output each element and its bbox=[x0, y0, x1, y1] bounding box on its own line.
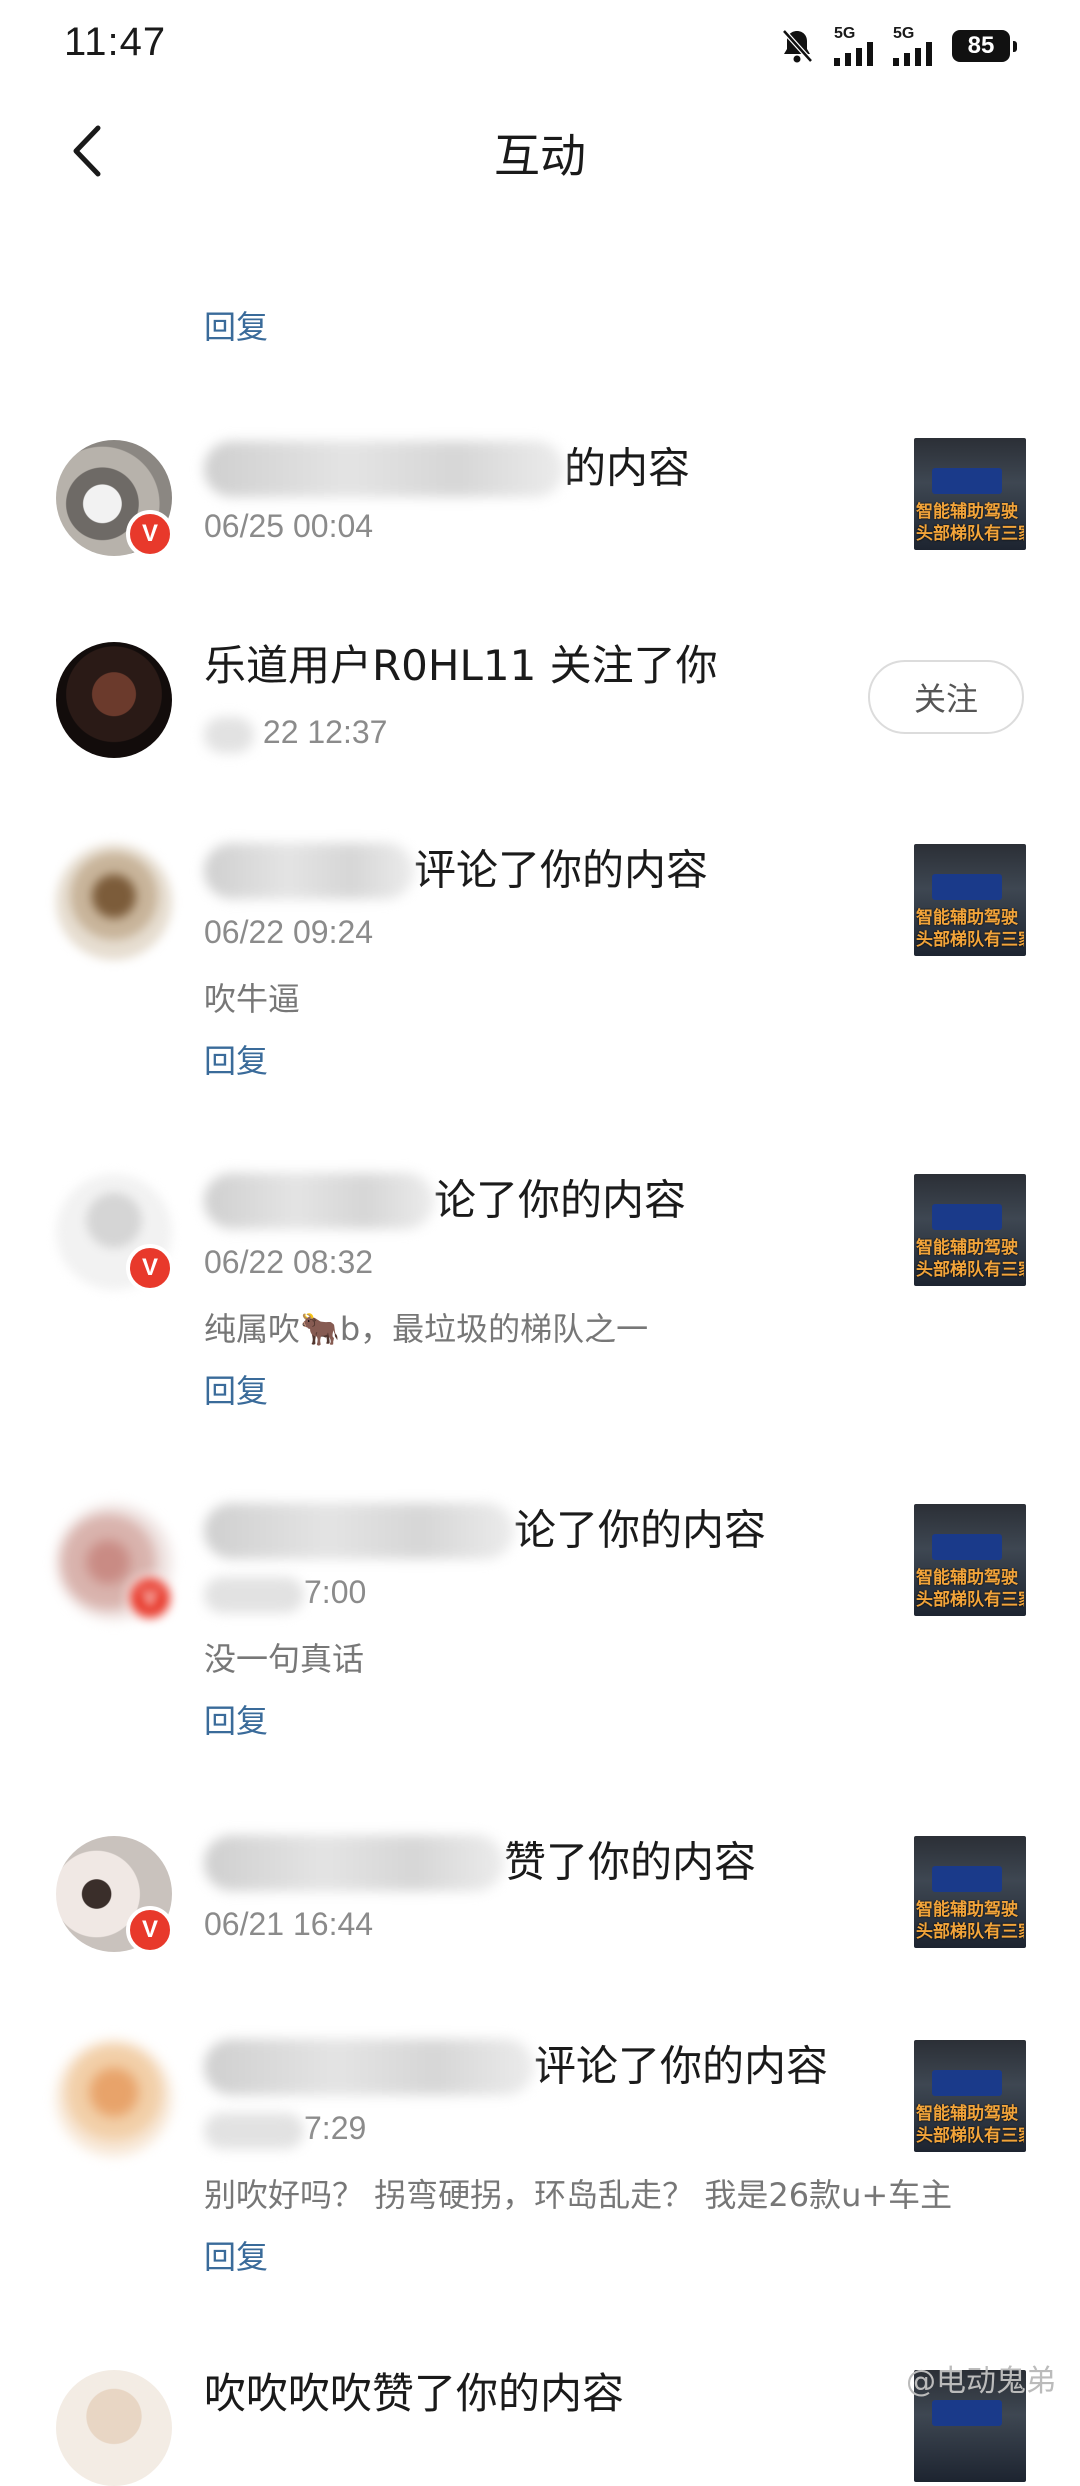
thumbnail-caption: 智能辅助驾驶 bbox=[916, 1568, 1018, 1588]
reply-button[interactable]: 回复 bbox=[204, 2232, 268, 2278]
timestamp: 22 12:37 bbox=[204, 714, 387, 753]
network-type-label: 5G bbox=[834, 25, 856, 42]
timestamp-text: 7:00 bbox=[304, 1574, 367, 1610]
avatar[interactable] bbox=[56, 844, 172, 960]
timestamp-text: 7:29 bbox=[304, 2110, 367, 2146]
chevron-left-icon bbox=[73, 125, 101, 177]
comment-text: 没一句真话 bbox=[204, 1640, 365, 1678]
bell-muted-icon bbox=[782, 29, 813, 63]
notification-title: 吹吹吹吹赞了你的内容 bbox=[204, 2369, 625, 2418]
timestamp: 06/22 08:32 bbox=[204, 1244, 374, 1280]
signal-icon: 5G bbox=[893, 26, 932, 66]
blurred-date bbox=[204, 2112, 304, 2149]
comment-text: 别吹好吗？ 拐弯硬拐，环岛乱走？ 我是26款u+车主 bbox=[204, 2176, 953, 2214]
follow-button[interactable]: 关注 bbox=[868, 660, 1024, 734]
comment-text: 吹牛逼 bbox=[204, 980, 301, 1018]
network-type-label: 5G bbox=[893, 25, 915, 42]
notification-text: 评论了你的内容 bbox=[414, 845, 709, 895]
signal-icon: 5G bbox=[834, 26, 873, 66]
avatar[interactable] bbox=[56, 2040, 172, 2156]
timestamp: 7:00 bbox=[204, 1574, 366, 1613]
notification-text: 的内容 bbox=[564, 443, 691, 493]
notification-title: 论了你的内容 bbox=[204, 1498, 766, 1561]
notification-text: 论了你的内容 bbox=[434, 1175, 687, 1225]
timestamp-text: 22 12:37 bbox=[262, 714, 388, 750]
thumbnail-caption: 头部梯队有三家 bbox=[916, 524, 1024, 544]
avatar[interactable] bbox=[56, 642, 172, 758]
watermark: @电动鬼弟 bbox=[906, 2364, 1056, 2399]
reply-button[interactable]: 回复 bbox=[204, 302, 268, 348]
notification-text: 赞了你的内容 bbox=[504, 1837, 757, 1887]
avatar[interactable] bbox=[56, 2370, 172, 2486]
verified-badge-icon: V bbox=[126, 510, 174, 558]
blurred-date bbox=[204, 716, 254, 753]
notification-title: 论了你的内容 bbox=[204, 1168, 686, 1231]
blurred-username bbox=[204, 440, 564, 497]
avatar[interactable]: V bbox=[56, 1836, 174, 1954]
blurred-username bbox=[204, 1172, 434, 1229]
notification-text: 评论了你的内容 bbox=[534, 2041, 829, 2091]
comment-text: 纯属吹🐂b，最垃圾的梯队之一 bbox=[204, 1310, 649, 1348]
timestamp: 7:29 bbox=[204, 2110, 366, 2149]
reply-button[interactable]: 回复 bbox=[204, 1696, 268, 1742]
blurred-username bbox=[204, 1502, 514, 1559]
nav-bar: 互动 bbox=[0, 100, 1080, 200]
avatar[interactable]: V bbox=[56, 1174, 174, 1292]
notification-title: 乐道用户R0HL11 关注了你 bbox=[204, 641, 718, 690]
blurred-username bbox=[204, 1834, 504, 1891]
thumbnail-caption: 头部梯队有三家 bbox=[916, 930, 1024, 950]
timestamp: 06/25 00:04 bbox=[204, 508, 374, 544]
status-time: 11:47 bbox=[64, 20, 167, 64]
thumbnail-caption: 智能辅助驾驶 bbox=[916, 1238, 1018, 1258]
thumbnail-caption: 头部梯队有三家 bbox=[916, 2126, 1024, 2146]
thumbnail-caption: 头部梯队有三家 bbox=[916, 1922, 1024, 1942]
reply-button[interactable]: 回复 bbox=[204, 1036, 268, 1082]
blurred-date bbox=[204, 1576, 304, 1613]
notification-title: 赞了你的内容 bbox=[204, 1830, 756, 1893]
content-thumbnail[interactable]: 智能辅助驾驶 头部梯队有三家 bbox=[914, 1174, 1026, 1286]
thumbnail-caption: 智能辅助驾驶 bbox=[916, 502, 1018, 522]
thumbnail-caption: 智能辅助驾驶 bbox=[916, 1900, 1018, 1920]
battery-level: 85 bbox=[967, 32, 995, 59]
blurred-username bbox=[204, 842, 414, 899]
thumbnail-caption: 智能辅助驾驶 bbox=[916, 908, 1018, 928]
content-thumbnail[interactable]: 智能辅助驾驶 头部梯队有三家 bbox=[914, 1504, 1026, 1616]
status-icons: 5G 5G 85 bbox=[780, 24, 1017, 68]
notification-title: 评论了你的内容 bbox=[204, 2034, 828, 2097]
reply-button[interactable]: 回复 bbox=[204, 1366, 268, 1412]
notification-text: 论了你的内容 bbox=[514, 1505, 767, 1555]
verified-badge-icon: V bbox=[126, 1244, 174, 1292]
thumbnail-caption: 智能辅助驾驶 bbox=[916, 2104, 1018, 2124]
timestamp: 06/21 16:44 bbox=[204, 1906, 374, 1942]
thumbnail-caption: 头部梯队有三家 bbox=[916, 1590, 1024, 1610]
status-bar: 11:47 5G 5G 85 bbox=[0, 0, 1080, 90]
content-thumbnail[interactable]: 智能辅助驾驶 头部梯队有三家 bbox=[914, 438, 1026, 550]
battery-icon: 85 bbox=[952, 30, 1017, 62]
notification-title: 评论了你的内容 bbox=[204, 838, 708, 901]
timestamp: 06/22 09:24 bbox=[204, 914, 374, 950]
verified-badge-icon: V bbox=[126, 1574, 174, 1622]
thumbnail-caption: 头部梯队有三家 bbox=[916, 1260, 1024, 1280]
notification-title: 的内容 bbox=[204, 436, 690, 499]
verified-badge-icon: V bbox=[126, 1906, 174, 1954]
page-title: 互动 bbox=[494, 129, 586, 183]
avatar[interactable]: V bbox=[56, 1504, 174, 1622]
back-button[interactable] bbox=[60, 116, 120, 186]
content-thumbnail[interactable]: 智能辅助驾驶 头部梯队有三家 bbox=[914, 2040, 1026, 2152]
avatar[interactable]: V bbox=[56, 440, 174, 558]
content-thumbnail[interactable]: 智能辅助驾驶 头部梯队有三家 bbox=[914, 844, 1026, 956]
content-thumbnail[interactable]: 智能辅助驾驶 头部梯队有三家 bbox=[914, 1836, 1026, 1948]
blurred-username bbox=[204, 2038, 534, 2095]
